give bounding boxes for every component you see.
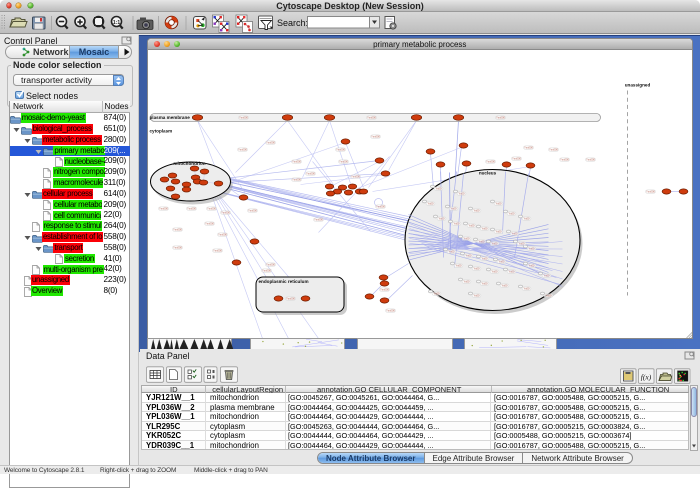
svg-text:Search:: Search: xyxy=(277,18,308,28)
svg-text:1:1: 1:1 xyxy=(113,20,120,26)
